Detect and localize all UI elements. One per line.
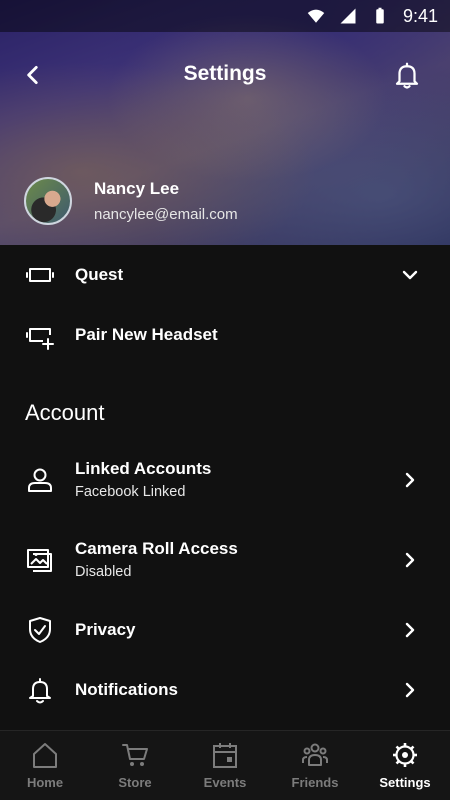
battery-icon [376,7,384,24]
device-row-label: Quest [75,265,124,284]
calendar-icon [213,743,237,768]
gallery-icon [27,549,52,572]
shield-icon [29,617,51,643]
nav-bar: Settings [0,50,450,100]
friends-icon [302,743,328,766]
notifications-bell-icon[interactable] [392,60,422,90]
cart-icon [122,744,148,766]
chevron-right-icon[interactable] [400,680,420,700]
home-icon [33,743,57,768]
notifications-label: Notifications [75,680,178,699]
linked-accounts-row[interactable]: Linked Accounts Facebook Linked [0,455,450,505]
chevron-down-icon[interactable] [400,265,420,285]
tab-label: Friends [291,775,339,790]
bottom-tab-bar: Home Store Events Friends Settings [0,730,450,800]
linked-accounts-label: Linked Accounts [75,459,212,478]
signal-icon [340,8,356,24]
gear-icon [393,743,417,767]
avatar [24,177,72,225]
person-icon [28,468,52,492]
tab-friends[interactable]: Friends [270,731,360,800]
status-bar: 9:41 [0,0,450,32]
camera-roll-sub: Disabled [75,564,132,580]
device-row-quest[interactable]: Quest [0,255,450,295]
tab-label: Settings [379,775,431,790]
add-headset-icon [26,328,54,350]
account-section-title: Account [25,400,105,425]
header-banner: 9:41 Settings Nancy Lee nancylee@email.c… [0,0,450,245]
wifi-icon [307,9,325,23]
tab-label: Events [203,775,247,790]
headset-icon [26,268,54,282]
tab-settings[interactable]: Settings [360,731,450,800]
tab-label: Store [118,775,152,790]
profile-email: nancylee@email.com [94,206,238,223]
bell-icon [29,678,51,704]
tab-events[interactable]: Events [180,731,270,800]
camera-roll-label: Camera Roll Access [75,539,238,558]
status-time: 9:41 [402,5,438,26]
privacy-row[interactable]: Privacy [0,610,450,650]
page-title: Settings [183,62,267,85]
pair-headset-label: Pair New Headset [75,325,218,344]
linked-accounts-sub: Facebook Linked [75,484,186,500]
tab-store[interactable]: Store [90,731,180,800]
privacy-label: Privacy [75,620,136,639]
chevron-right-icon[interactable] [400,620,420,640]
chevron-right-icon[interactable] [400,550,420,570]
tab-home[interactable]: Home [0,731,90,800]
tab-label: Home [26,775,64,790]
chevron-right-icon[interactable] [400,470,420,490]
pair-new-headset-row[interactable]: Pair New Headset [0,315,450,355]
camera-roll-row[interactable]: Camera Roll Access Disabled [0,535,450,585]
profile-card[interactable]: Nancy Lee nancylee@email.com [24,174,238,228]
profile-name: Nancy Lee [94,179,180,198]
notifications-row[interactable]: Notifications [0,670,450,710]
